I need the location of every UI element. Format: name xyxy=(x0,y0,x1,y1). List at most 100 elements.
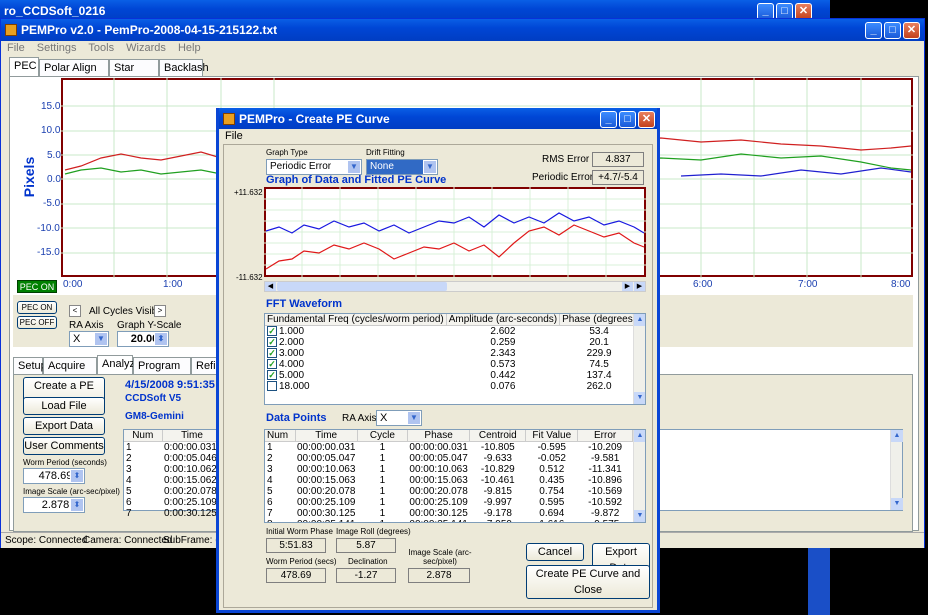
dialog-maximize-icon[interactable]: □ xyxy=(619,111,636,128)
checkbox-icon[interactable]: ✓ xyxy=(267,359,277,370)
fft-col-amp[interactable]: Amplitude (arc-seconds) xyxy=(446,314,561,326)
scroll-up-icon[interactable]: ▲ xyxy=(634,430,645,442)
checkbox-icon[interactable]: ✓ xyxy=(267,337,277,348)
dp-axis-select[interactable]: X ▼ xyxy=(376,410,422,426)
menu-wizards[interactable]: Wizards xyxy=(126,42,166,54)
dp-col-phase[interactable]: Phase xyxy=(407,430,471,442)
dp-col-fit[interactable]: Fit Value xyxy=(525,430,579,442)
checkbox-icon[interactable]: ✓ xyxy=(267,370,277,381)
main-minimize-icon[interactable]: _ xyxy=(865,22,882,39)
fft-row[interactable]: ✓ 3.000 2.343 229.9 xyxy=(265,348,639,359)
main-close-icon[interactable]: ✕ xyxy=(903,22,920,39)
checkbox-icon[interactable]: ✓ xyxy=(267,326,277,337)
chevron-down-icon[interactable]: ▼ xyxy=(347,160,361,174)
scroll-down-icon[interactable]: ▼ xyxy=(634,510,645,522)
spin-icon[interactable]: ⬍ xyxy=(154,332,168,346)
table-row[interactable]: 7 0:00:30.125 xyxy=(124,508,222,519)
scroll-thumb[interactable] xyxy=(277,282,447,291)
table-row[interactable]: 4 0:00:15.062 xyxy=(124,475,222,486)
tab-backlash[interactable]: Backlash xyxy=(159,59,209,76)
col-time[interactable]: Time xyxy=(162,430,223,442)
cycles-next-icon[interactable]: > xyxy=(154,305,166,317)
scroll-up-icon[interactable]: ▲ xyxy=(891,430,903,442)
pec-off-button[interactable]: PEC OFF xyxy=(17,316,57,329)
worm-period-input[interactable]: 478.69 ⬍ xyxy=(23,468,85,484)
load-file-button[interactable]: Load File xyxy=(23,397,105,415)
dp-scrollbar[interactable]: ▲ ▼ xyxy=(633,430,645,522)
dialog-close-icon[interactable]: ✕ xyxy=(638,111,655,128)
dialog-menu-file[interactable]: File xyxy=(225,130,243,142)
dialog-minimize-icon[interactable]: _ xyxy=(600,111,617,128)
fft-scrollbar[interactable]: ▲ ▼ xyxy=(633,314,645,404)
menu-settings[interactable]: Settings xyxy=(37,42,77,54)
checkbox-icon[interactable] xyxy=(267,381,277,392)
scroll-down-icon[interactable]: ▼ xyxy=(634,392,645,404)
chevron-down-icon[interactable]: ▼ xyxy=(94,332,108,346)
scroll-end-icon[interactable]: ▶ xyxy=(634,282,645,291)
user-comments-button[interactable]: User Comments xyxy=(23,437,105,455)
main-titlebar[interactable]: PEMPro v2.0 - PemPro-2008-04-15-215122.t… xyxy=(1,19,924,41)
cycles-prev-icon[interactable]: < xyxy=(69,305,81,317)
data-point-cell: 1 xyxy=(379,497,386,508)
menu-tools[interactable]: Tools xyxy=(88,42,114,54)
ra-axis-select[interactable]: X ▼ xyxy=(69,331,109,347)
create-and-close-button[interactable]: Create PE Curve and Close xyxy=(526,565,650,599)
table-row[interactable]: 5 0:00:20.078 xyxy=(124,486,222,497)
scroll-left-icon[interactable]: ◀ xyxy=(265,282,276,291)
tab-acquire-data[interactable]: Acquire Data xyxy=(43,357,97,388)
fft-row[interactable]: ✓ 1.000 2.602 53.4 xyxy=(265,326,639,337)
menu-file[interactable]: File xyxy=(7,42,25,54)
tab-analyze[interactable]: Analyze xyxy=(97,355,141,374)
fft-row[interactable]: ✓ 5.000 0.442 137.4 xyxy=(265,370,639,381)
scroll-right-icon[interactable]: ▶ xyxy=(622,282,633,291)
data-point-row[interactable]: 3 00:00:10.063 1 00:00:10.063 -10.829 0.512 -1… xyxy=(265,464,633,475)
dp-col-centroid[interactable]: Centroid xyxy=(469,430,527,442)
checkbox-icon[interactable]: ✓ xyxy=(267,348,277,359)
tab-pec[interactable]: PEC xyxy=(9,57,39,76)
dp-col-error[interactable]: Error xyxy=(577,430,633,442)
export-data-button[interactable]: Export Data xyxy=(23,417,105,435)
cancel-button[interactable]: Cancel xyxy=(526,543,584,561)
main-maximize-icon[interactable]: □ xyxy=(884,22,901,39)
drift-fitting-select[interactable]: None ▼ xyxy=(366,159,438,175)
main-table-scrollbar[interactable]: ▲ ▼ xyxy=(890,430,903,510)
data-point-row[interactable]: 4 00:00:15.063 1 00:00:15.063 -10.461 0.435 -1… xyxy=(265,475,633,486)
pec-on-button[interactable]: PEC ON xyxy=(17,301,57,314)
dp-col-cycle[interactable]: Cycle xyxy=(357,430,408,442)
tab-star-finder[interactable]: Star Finder xyxy=(109,59,159,90)
table-row[interactable]: 2 0:00:05.046 xyxy=(124,453,222,464)
spin-icon[interactable]: ⬍ xyxy=(70,498,84,512)
data-point-row[interactable]: 1 00:00:00.031 1 00:00:00.031 -10.805 -0.595 -… xyxy=(265,442,633,454)
chevron-down-icon[interactable]: ▼ xyxy=(407,411,421,425)
table-row[interactable]: 6 0:00:25.109 xyxy=(124,497,222,508)
image-scale-input[interactable]: 2.878 ⬍ xyxy=(23,497,85,513)
fft-row[interactable]: ✓ 2.000 0.259 20.1 xyxy=(265,337,639,348)
yscale-input[interactable]: 20.00 ⬍ xyxy=(117,331,169,347)
table-row[interactable]: 1 0:00:00.031 xyxy=(124,442,222,454)
graph-type-select[interactable]: Periodic Error ▼ xyxy=(266,159,362,175)
data-point-row[interactable]: 6 00:00:25.109 1 00:00:25.109 -9.997 0.595 -10… xyxy=(265,497,633,508)
col-num[interactable]: Num xyxy=(124,430,163,442)
dp-col-time[interactable]: Time xyxy=(295,430,358,442)
spin-icon[interactable]: ⬍ xyxy=(70,469,84,483)
tab-polar-align[interactable]: Polar Align Wizard xyxy=(39,59,109,90)
fft-col-freq[interactable]: Fundamental Freq (cycles/worm period) xyxy=(265,314,447,326)
ccdsoft-window: ro_CCDSoft_0216 _ □ ✕ xyxy=(0,0,830,22)
tab-setup[interactable]: Setup xyxy=(13,357,47,374)
fft-row[interactable]: ✓ 4.000 0.573 74.5 xyxy=(265,359,639,370)
data-point-row[interactable]: 800:00:35.141100:00:35.141-7.9591.616-9.… xyxy=(265,519,633,522)
table-row[interactable]: 3 0:00:10.062 xyxy=(124,464,222,475)
data-point-row[interactable]: 2 00:00:05.047 1 00:00:05.047 -9.633 -0.052 -9… xyxy=(265,453,633,464)
dp-col-num[interactable]: Num xyxy=(265,430,296,442)
graph-hscrollbar[interactable]: ◀ ▶ ▶ xyxy=(264,281,646,292)
dialog-titlebar[interactable]: PEMPro - Create PE Curve _ □ ✕ xyxy=(219,108,657,130)
tab-program-mount[interactable]: Program Mount xyxy=(133,357,191,388)
scroll-up-icon[interactable]: ▲ xyxy=(634,314,645,326)
scroll-down-icon[interactable]: ▼ xyxy=(891,498,903,510)
fft-row[interactable]: 18.000 0.076 262.0 xyxy=(265,381,639,392)
fft-col-phase[interactable]: Phase (degrees) xyxy=(559,314,640,326)
chevron-down-icon[interactable]: ▼ xyxy=(423,160,437,174)
data-point-row[interactable]: 5 00:00:20.078 1 00:00:20.078 -9.815 0.754 -10… xyxy=(265,486,633,497)
menu-help[interactable]: Help xyxy=(178,42,201,54)
data-point-row[interactable]: 7 00:00:30.125 1 00:00:30.125 -9.178 0.694 -9.… xyxy=(265,508,633,519)
